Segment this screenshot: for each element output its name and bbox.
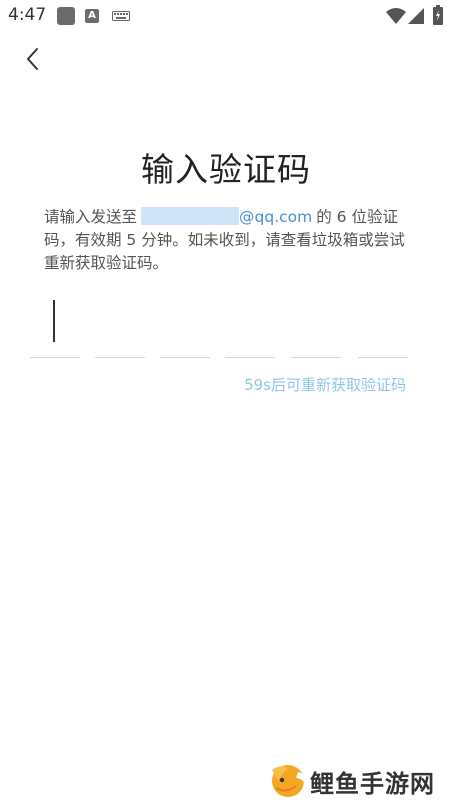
verification-description: 请输入发送至 @qq.com 的 6 位验证码，有效期 5 分钟。如未收到，请查看垃… — [44, 206, 414, 275]
code-digit-3[interactable] — [160, 300, 210, 358]
chevron-left-icon — [27, 48, 38, 70]
masked-email — [141, 207, 240, 225]
code-digit-1[interactable] — [30, 300, 80, 358]
fish-logo-icon — [272, 765, 305, 797]
a-badge-icon: A — [85, 9, 99, 23]
code-digit-4[interactable] — [225, 300, 275, 358]
code-digit-6[interactable] — [358, 300, 408, 358]
text-cursor — [53, 300, 55, 342]
resend-countdown-link[interactable]: 59s后可重新获取验证码 — [244, 374, 406, 395]
keyboard-icon — [112, 11, 130, 21]
code-digit-2[interactable] — [95, 300, 145, 358]
code-digit-5[interactable] — [291, 300, 341, 358]
page-title: 输入验证码 — [141, 150, 311, 189]
email-domain: @qq.com — [239, 208, 313, 226]
app-notification-icon — [57, 7, 75, 25]
code-input-group — [30, 300, 410, 360]
watermark-text: 鲤鱼手游网 — [310, 770, 435, 798]
signal-icon — [408, 8, 424, 24]
watermark: 鲤鱼手游网 — [268, 760, 448, 800]
battery-charging-icon — [433, 5, 443, 25]
back-button[interactable] — [20, 44, 48, 74]
status-time: 4:47 — [8, 5, 47, 25]
desc-prefix: 请输入发送至 — [44, 208, 138, 226]
status-bar: 4:47 A — [0, 0, 452, 32]
wifi-icon — [386, 8, 406, 24]
